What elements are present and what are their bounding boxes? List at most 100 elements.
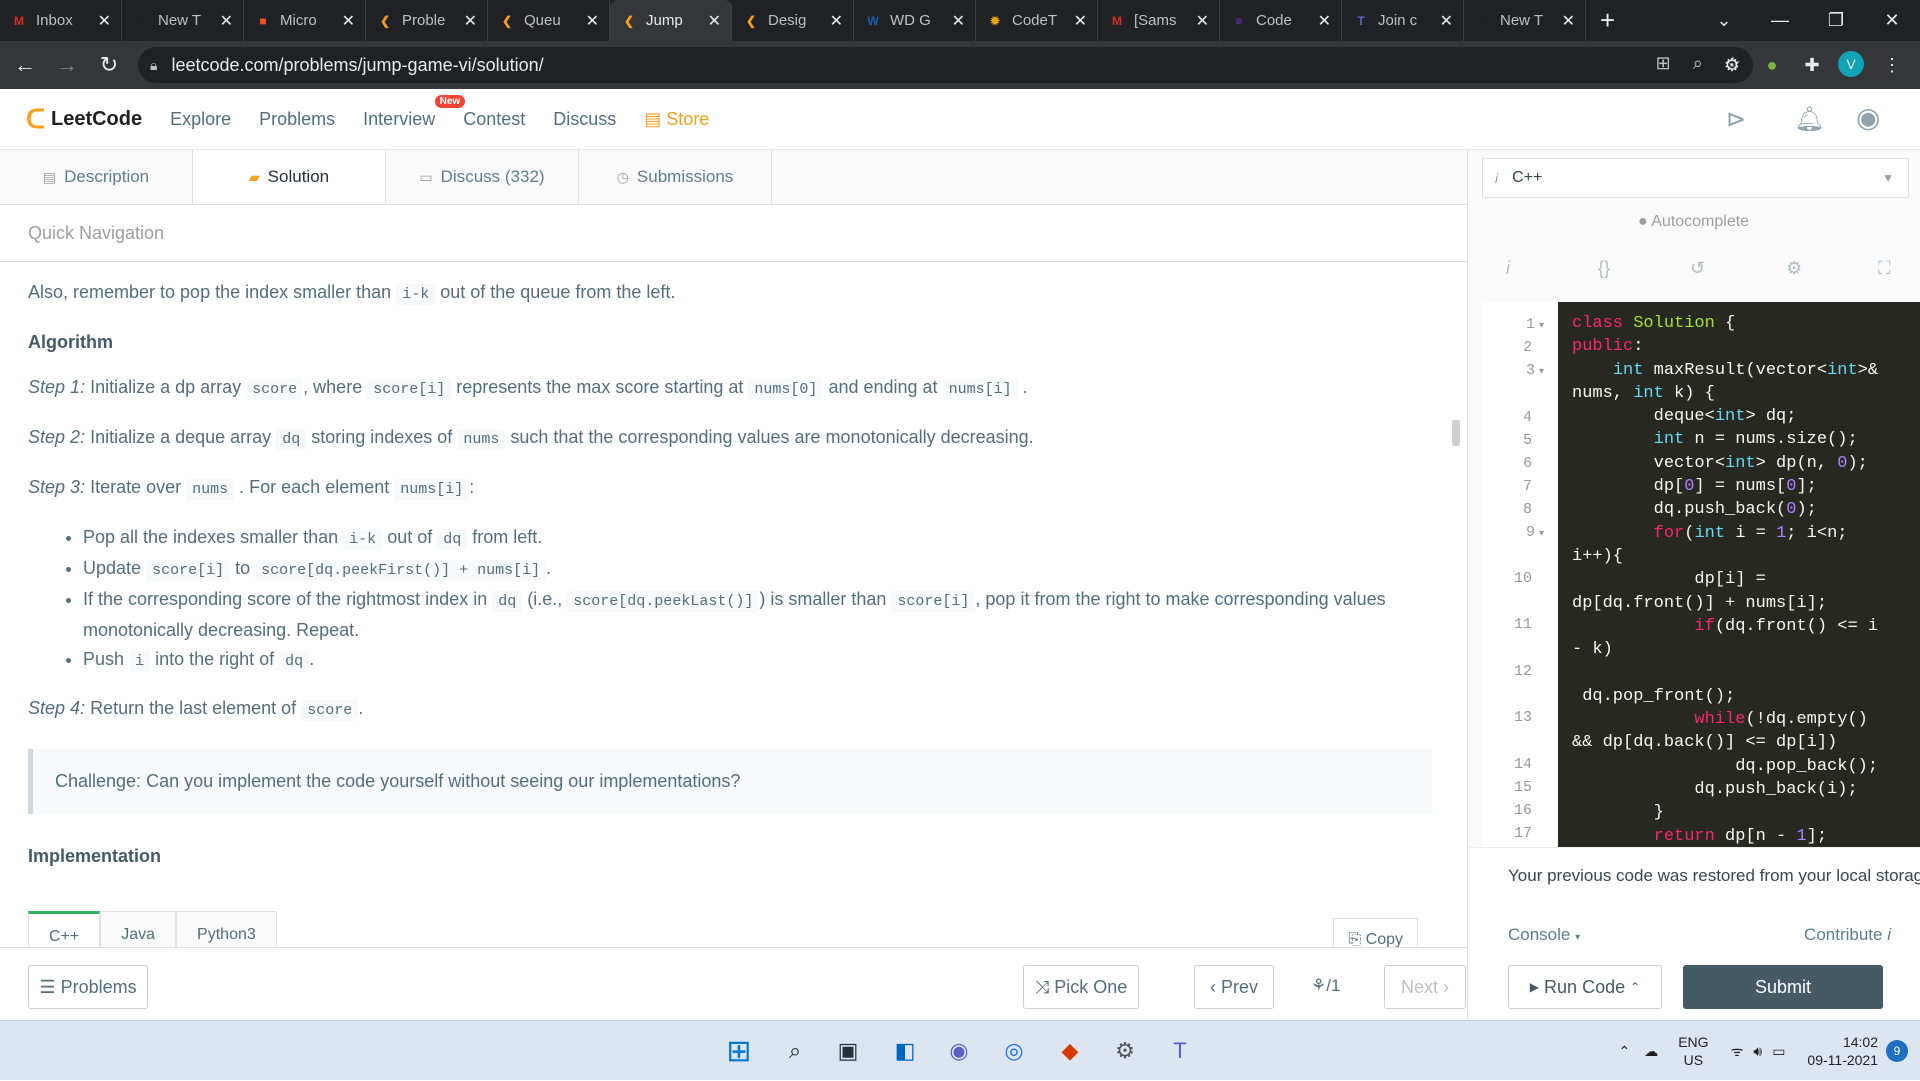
close-tab-icon[interactable]: ✕ — [1196, 11, 1209, 31]
chrome-menu-icon[interactable]: ⋮ — [1878, 51, 1906, 79]
editor-info-icon[interactable]: i — [1506, 258, 1510, 279]
browser-tab[interactable]: T Join c ✕ — [1342, 0, 1464, 41]
tab-discuss[interactable]: ▭ Discuss (332) — [386, 150, 579, 204]
quick-navigation[interactable]: Quick Navigation — [0, 205, 1467, 262]
step-4: Step 4: Return the last element of score… — [28, 698, 364, 721]
notification-bell-icon[interactable]: 🔔︎ — [1794, 105, 1824, 134]
new-tab-icon[interactable]: + — [1600, 5, 1615, 36]
autocomplete-toggle[interactable]: ● Autocomplete — [1638, 213, 1749, 231]
tray-overflow-icon[interactable]: ⌃ — [1618, 1043, 1630, 1060]
tab-solution[interactable]: ▰ Solution — [193, 150, 386, 204]
nav-store[interactable]: ▤ Store — [644, 109, 709, 130]
tab-description[interactable]: ▤ Description — [0, 150, 193, 204]
tab-search-icon[interactable]: ⌄ — [1696, 10, 1752, 31]
code-text[interactable]: class Solution { public: int maxResult(v… — [1558, 302, 1920, 847]
chrome-icon[interactable]: ◎ — [997, 1034, 1031, 1068]
browser-tab[interactable]: W WD G ✕ — [854, 0, 976, 41]
widgets-icon[interactable]: ◧ — [888, 1034, 922, 1068]
settings-icon[interactable]: ⚙ — [1108, 1034, 1142, 1068]
wifi-icon[interactable]: ᯤ — [1731, 1042, 1744, 1061]
puzzle-extensions-icon[interactable]: ✚ — [1798, 51, 1826, 79]
browser-tab[interactable]: ❮ Proble ✕ — [366, 0, 488, 41]
copy-icon: ⎘ — [1348, 931, 1362, 947]
restore-button[interactable]: ❐ — [1808, 10, 1864, 31]
office-icon[interactable]: ◆ — [1053, 1034, 1087, 1068]
submit-button[interactable]: Submit — [1683, 965, 1883, 1009]
nav-contest[interactable]: Contest — [463, 109, 525, 130]
fullscreen-icon[interactable]: ⛶ — [1878, 258, 1891, 279]
leetcode-logo[interactable]: ᑕ LeetCode — [26, 104, 142, 135]
tab-submissions[interactable]: ◷ Submissions — [579, 150, 772, 204]
close-tab-icon[interactable]: ✕ — [830, 11, 843, 31]
extension-icon[interactable]: ⚙ — [1718, 51, 1746, 79]
volume-icon[interactable]: 🔊︎ — [1753, 1043, 1762, 1060]
close-tab-icon[interactable]: ✕ — [1318, 11, 1331, 31]
minimize-button[interactable]: — — [1752, 10, 1808, 31]
article-scrollbar[interactable] — [1452, 420, 1460, 446]
nav-explore[interactable]: Explore — [170, 109, 231, 130]
browser-tab[interactable]: M Inbox ✕ — [0, 0, 122, 41]
page-indicator[interactable]: ⚘/1 — [1311, 976, 1340, 996]
problems-list-button[interactable]: ☰ Problems — [28, 965, 148, 1009]
close-tab-icon[interactable]: ✕ — [220, 11, 233, 31]
close-tab-icon[interactable]: ✕ — [952, 11, 965, 31]
close-tab-icon[interactable]: ✕ — [98, 11, 111, 31]
browser-tab[interactable]: M [Sams ✕ — [1098, 0, 1220, 41]
forward-icon[interactable]: → — [50, 52, 84, 78]
close-tab-icon[interactable]: ✕ — [464, 11, 477, 31]
close-tab-icon[interactable]: ✕ — [1562, 11, 1575, 31]
close-tab-icon[interactable]: ✕ — [708, 11, 721, 31]
language-indicator[interactable]: ENG US — [1678, 1033, 1708, 1069]
onedrive-icon[interactable]: ☁ — [1644, 1043, 1658, 1060]
reload-icon[interactable]: ↻ — [92, 52, 126, 78]
browser-tab[interactable]: ◉ New T ✕ — [122, 0, 244, 41]
close-tab-icon[interactable]: ✕ — [586, 11, 599, 31]
copy-button[interactable]: ⎘ Copy — [1333, 918, 1418, 947]
browser-tab[interactable]: ❮ Queu ✕ — [488, 0, 610, 41]
next-button[interactable]: Next › — [1384, 965, 1466, 1009]
battery-icon[interactable]: ▭ — [1772, 1043, 1785, 1060]
browser-tab[interactable]: ■ Micro ✕ — [244, 0, 366, 41]
browser-tab[interactable]: ✹ CodeT ✕ — [976, 0, 1098, 41]
account-icon[interactable]: ◉ — [1856, 101, 1880, 134]
close-tab-icon[interactable]: ✕ — [1074, 11, 1087, 31]
code-editor[interactable]: 1 ▾ 2 3 ▾ 4 5 6 7 8 9 ▾ 10 11 12 13 14 15 1… — [1482, 302, 1920, 847]
console-toggle[interactable]: Console ▾ — [1508, 925, 1580, 945]
language-select[interactable]: i C++ ▼ — [1482, 158, 1909, 198]
browser-tab[interactable]: ≡ Code ✕ — [1220, 0, 1342, 41]
nav-discuss[interactable]: Discuss — [553, 109, 616, 130]
task-view-icon[interactable]: ▣ — [831, 1034, 865, 1068]
lang-tab-python3[interactable]: Python3 — [176, 911, 277, 947]
run-code-button[interactable]: ▶ Run Code ⌃ — [1508, 965, 1662, 1009]
playground-icon[interactable]: ⊳ — [1726, 105, 1746, 134]
prev-button[interactable]: ‹ Prev — [1194, 965, 1274, 1009]
tab-submissions-label: Submissions — [636, 167, 734, 186]
windows-start-icon[interactable]: ⊞ — [722, 1034, 756, 1068]
notification-count-badge[interactable]: 9 — [1886, 1040, 1908, 1062]
install-app-icon[interactable]: ⊞ — [1656, 53, 1671, 74]
format-braces-icon[interactable]: {} — [1598, 258, 1610, 279]
lang-tab-cpp[interactable]: C++ — [28, 911, 101, 947]
url-bar[interactable]: 🔒︎ leetcode.com/problems/jump-game-vi/so… — [138, 47, 1753, 83]
pick-one-button[interactable]: ⤨ Pick One — [1023, 965, 1139, 1009]
browser-tab[interactable]: ❮ Jump ✕ — [610, 0, 732, 41]
extension-plus-icon[interactable]: ● — [1758, 51, 1786, 79]
chat-icon[interactable]: ◉ — [942, 1034, 976, 1068]
lang-tab-java[interactable]: Java — [100, 911, 177, 947]
profile-avatar[interactable]: V — [1838, 51, 1864, 77]
contribute-link[interactable]: Contribute i — [1804, 925, 1891, 945]
teams-icon[interactable]: T — [1163, 1034, 1197, 1068]
clock[interactable]: 14:02 09-11-2021 — [1807, 1033, 1878, 1069]
close-tab-icon[interactable]: ✕ — [342, 11, 355, 31]
settings-gear-icon[interactable]: ⚙ — [1786, 258, 1802, 279]
zoom-icon[interactable]: ⌕ — [1693, 53, 1703, 74]
back-icon[interactable]: ← — [8, 52, 42, 78]
search-icon[interactable]: ⌕ — [778, 1034, 812, 1068]
browser-tab[interactable]: ◉ New T ✕ — [1464, 0, 1586, 41]
close-tab-icon[interactable]: ✕ — [1440, 11, 1453, 31]
close-window-button[interactable]: ✕ — [1864, 10, 1920, 31]
reset-code-icon[interactable]: ↺ — [1690, 258, 1705, 279]
browser-tab[interactable]: ❮ Desig ✕ — [732, 0, 854, 41]
nav-interview[interactable]: Interview New — [363, 94, 466, 130]
nav-problems[interactable]: Problems — [259, 109, 335, 130]
